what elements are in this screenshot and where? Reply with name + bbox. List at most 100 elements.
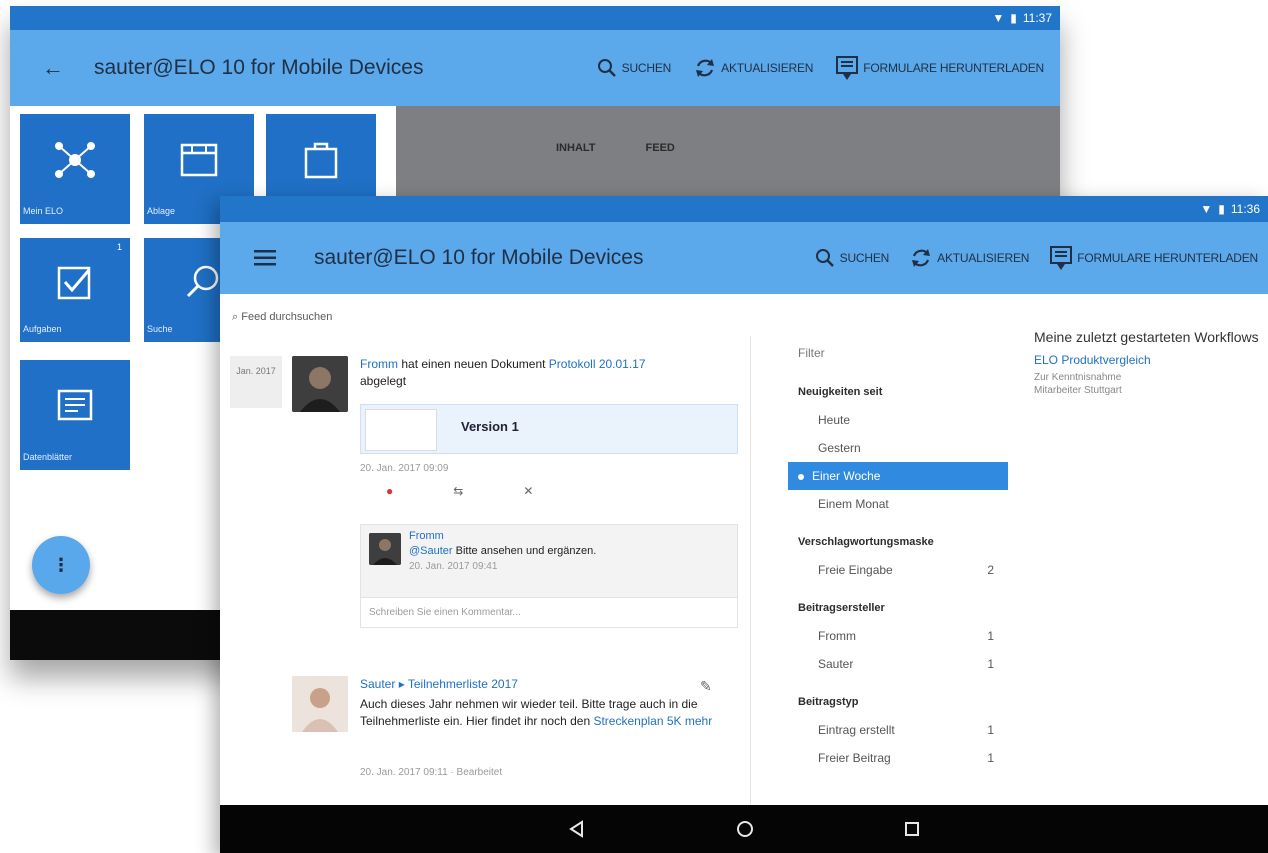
- network-icon: [55, 142, 95, 179]
- search-icon: ⌕: [232, 311, 239, 323]
- post-headline: Fromm hat einen neuen Dokument Protokoll…: [360, 357, 646, 388]
- column-divider: [750, 336, 751, 806]
- comment-author-link[interactable]: Fromm: [409, 530, 444, 542]
- mention-link[interactable]: @Sauter: [409, 545, 453, 557]
- tab-feed[interactable]: FEED: [646, 142, 675, 154]
- download-form-icon: [836, 56, 859, 80]
- download-form-icon: [1050, 246, 1073, 270]
- wifi-icon: ▼: [1200, 202, 1213, 216]
- tile-suche[interactable]: Suche: [144, 238, 230, 342]
- pin-icon[interactable]: ●: [386, 484, 393, 498]
- post-actions: ● ⇆ ✕: [386, 484, 533, 498]
- tab-inhalt[interactable]: INHALT: [556, 142, 596, 154]
- recents-nav-icon[interactable]: [904, 821, 920, 837]
- workflows-title: Meine zuletzt gestarteten Workflows: [1034, 329, 1259, 345]
- refresh-icon: [912, 249, 931, 267]
- battery-icon: ▮: [1218, 202, 1225, 216]
- post-body: Auch dieses Jahr nehmen wir wieder teil.…: [360, 697, 713, 728]
- filter-option[interactable]: Freie Eingabe 2: [788, 556, 1008, 584]
- feed-post: ✎ Sauter ▸ Teilnehmerliste 2017 Auch die…: [220, 666, 750, 806]
- task-count-badge: 1: [116, 242, 122, 252]
- wifi-icon: ▼: [992, 11, 1005, 25]
- refresh-button[interactable]: AKTUALISIEREN: [909, 245, 1029, 271]
- app-title: sauter@ELO 10 for Mobile Devices: [94, 56, 424, 79]
- search-button[interactable]: SUCHEN: [814, 245, 889, 271]
- tile-datenblaetter[interactable]: Datenblätter: [20, 360, 130, 470]
- post-title-link[interactable]: Teilnehmerliste 2017: [408, 677, 518, 691]
- person-photo-icon: [292, 676, 348, 732]
- workflow-subtitle: Mitarbeiter Stuttgart: [1034, 385, 1122, 396]
- document-link[interactable]: Protokoll 20.01.17: [549, 357, 646, 371]
- filter-option[interactable]: Freier Beitrag 1: [788, 744, 1008, 772]
- tile-aufgaben[interactable]: 1 Aufgaben: [20, 238, 130, 342]
- person-photo-icon: [369, 533, 401, 565]
- tile-label: Datenblätter: [23, 452, 73, 462]
- post-timestamp: 20. Jan. 2017 09:11 · Bearbeitet: [360, 767, 503, 778]
- avatar[interactable]: [292, 356, 348, 412]
- tile-mein-elo[interactable]: Mein ELO: [20, 114, 130, 224]
- tile-label: Ablage: [147, 206, 176, 216]
- search-icon: [815, 249, 834, 267]
- checkbox-icon: [57, 266, 91, 299]
- home-nav-icon[interactable]: [736, 820, 754, 838]
- filter-option[interactable]: Gestern: [788, 434, 1008, 462]
- post-author-link[interactable]: Fromm: [360, 357, 398, 371]
- refresh-icon: [696, 59, 715, 77]
- attachment-link[interactable]: Streckenplan 5K mehr: [593, 714, 712, 728]
- avatar[interactable]: [369, 533, 401, 565]
- system-nav-bar: [220, 805, 1268, 853]
- workflow-link[interactable]: ELO Produktvergleich: [1034, 353, 1264, 367]
- search-icon: [187, 265, 219, 297]
- document-version: Version 1: [461, 419, 519, 434]
- form-icon: [57, 389, 93, 421]
- filter-option[interactable]: Fromm 1: [788, 622, 1008, 650]
- post-author-link[interactable]: Sauter: [360, 677, 395, 691]
- tile-label: Aufgaben: [23, 324, 62, 334]
- tile-label: Suche: [147, 324, 173, 334]
- share-icon[interactable]: ⇆: [453, 484, 463, 498]
- battery-icon: ▮: [1010, 11, 1017, 25]
- app-bar: sauter@ELO 10 for Mobile Devices SUCHEN …: [220, 222, 1268, 294]
- feed-post: Jan. 2017 Fromm hat einen neuen Dokument…: [220, 336, 750, 656]
- filter-option-selected[interactable]: Einer Woche: [788, 462, 1008, 490]
- tab-bar: INHALT FEED: [556, 142, 675, 154]
- avatar[interactable]: [292, 676, 348, 732]
- filter-option[interactable]: Sauter 1: [788, 650, 1008, 678]
- filter-section-heading: Neuigkeiten seit: [798, 386, 883, 398]
- app-bar: ← sauter@ELO 10 for Mobile Devices SUCHE…: [10, 30, 1060, 106]
- workflow-subtitle: Zur Kenntnisnahme: [1034, 372, 1122, 383]
- app-title: sauter@ELO 10 for Mobile Devices: [314, 246, 644, 269]
- close-icon[interactable]: ✕: [523, 484, 533, 498]
- selected-dot-icon: [798, 474, 804, 480]
- filter-section-heading: Verschlagwortungsmaske: [798, 536, 934, 548]
- filter-option[interactable]: Heute: [788, 406, 1008, 434]
- more-options-fab[interactable]: ⋮: [32, 536, 90, 594]
- screenshot-stage: ▼ ▮ 11:37 ← sauter@ELO 10 for Mobile Dev…: [0, 0, 1268, 853]
- document-thumbnail: [365, 409, 437, 451]
- refresh-button[interactable]: AKTUALISIEREN: [693, 55, 813, 81]
- filter-panel: Filter Neuigkeiten seit Heute Gestern Ei…: [788, 346, 1008, 772]
- download-forms-button[interactable]: FORMULARE HERUNTERLADEN: [1049, 245, 1258, 271]
- comment-thread: Fromm @Sauter Bitte ansehen und ergänzen…: [360, 524, 738, 628]
- filter-section-heading: Beitragsersteller: [798, 602, 885, 614]
- status-bar: ▼ ▮ 11:37: [10, 6, 1060, 30]
- filter-section-heading: Beitragstyp: [798, 696, 859, 708]
- comment-input[interactable]: Schreiben Sie einen Kommentar...: [361, 597, 737, 627]
- post-headline: Sauter ▸ Teilnehmerliste 2017: [360, 676, 720, 693]
- status-bar: ▼ ▮ 11:36: [220, 196, 1268, 222]
- back-arrow-icon[interactable]: ←: [42, 55, 64, 81]
- search-button[interactable]: SUCHEN: [596, 55, 671, 81]
- bag-icon: [304, 142, 338, 179]
- archive-icon: [180, 143, 218, 177]
- search-icon: [597, 59, 616, 77]
- document-preview-card[interactable]: Version 1: [360, 404, 738, 454]
- filter-option[interactable]: Einem Monat: [788, 490, 1008, 518]
- hamburger-menu-icon[interactable]: [254, 250, 276, 266]
- filter-option[interactable]: Eintrag erstellt 1: [788, 716, 1008, 744]
- comment-body: Fromm @Sauter Bitte ansehen und ergänzen…: [409, 530, 597, 572]
- feed-search-field[interactable]: ⌕ Feed durchsuchen: [232, 311, 332, 324]
- download-forms-button[interactable]: FORMULARE HERUNTERLADEN: [835, 55, 1044, 81]
- post-date: Jan. 2017: [230, 356, 282, 408]
- filter-title: Filter: [798, 346, 825, 360]
- back-nav-icon[interactable]: [568, 820, 586, 838]
